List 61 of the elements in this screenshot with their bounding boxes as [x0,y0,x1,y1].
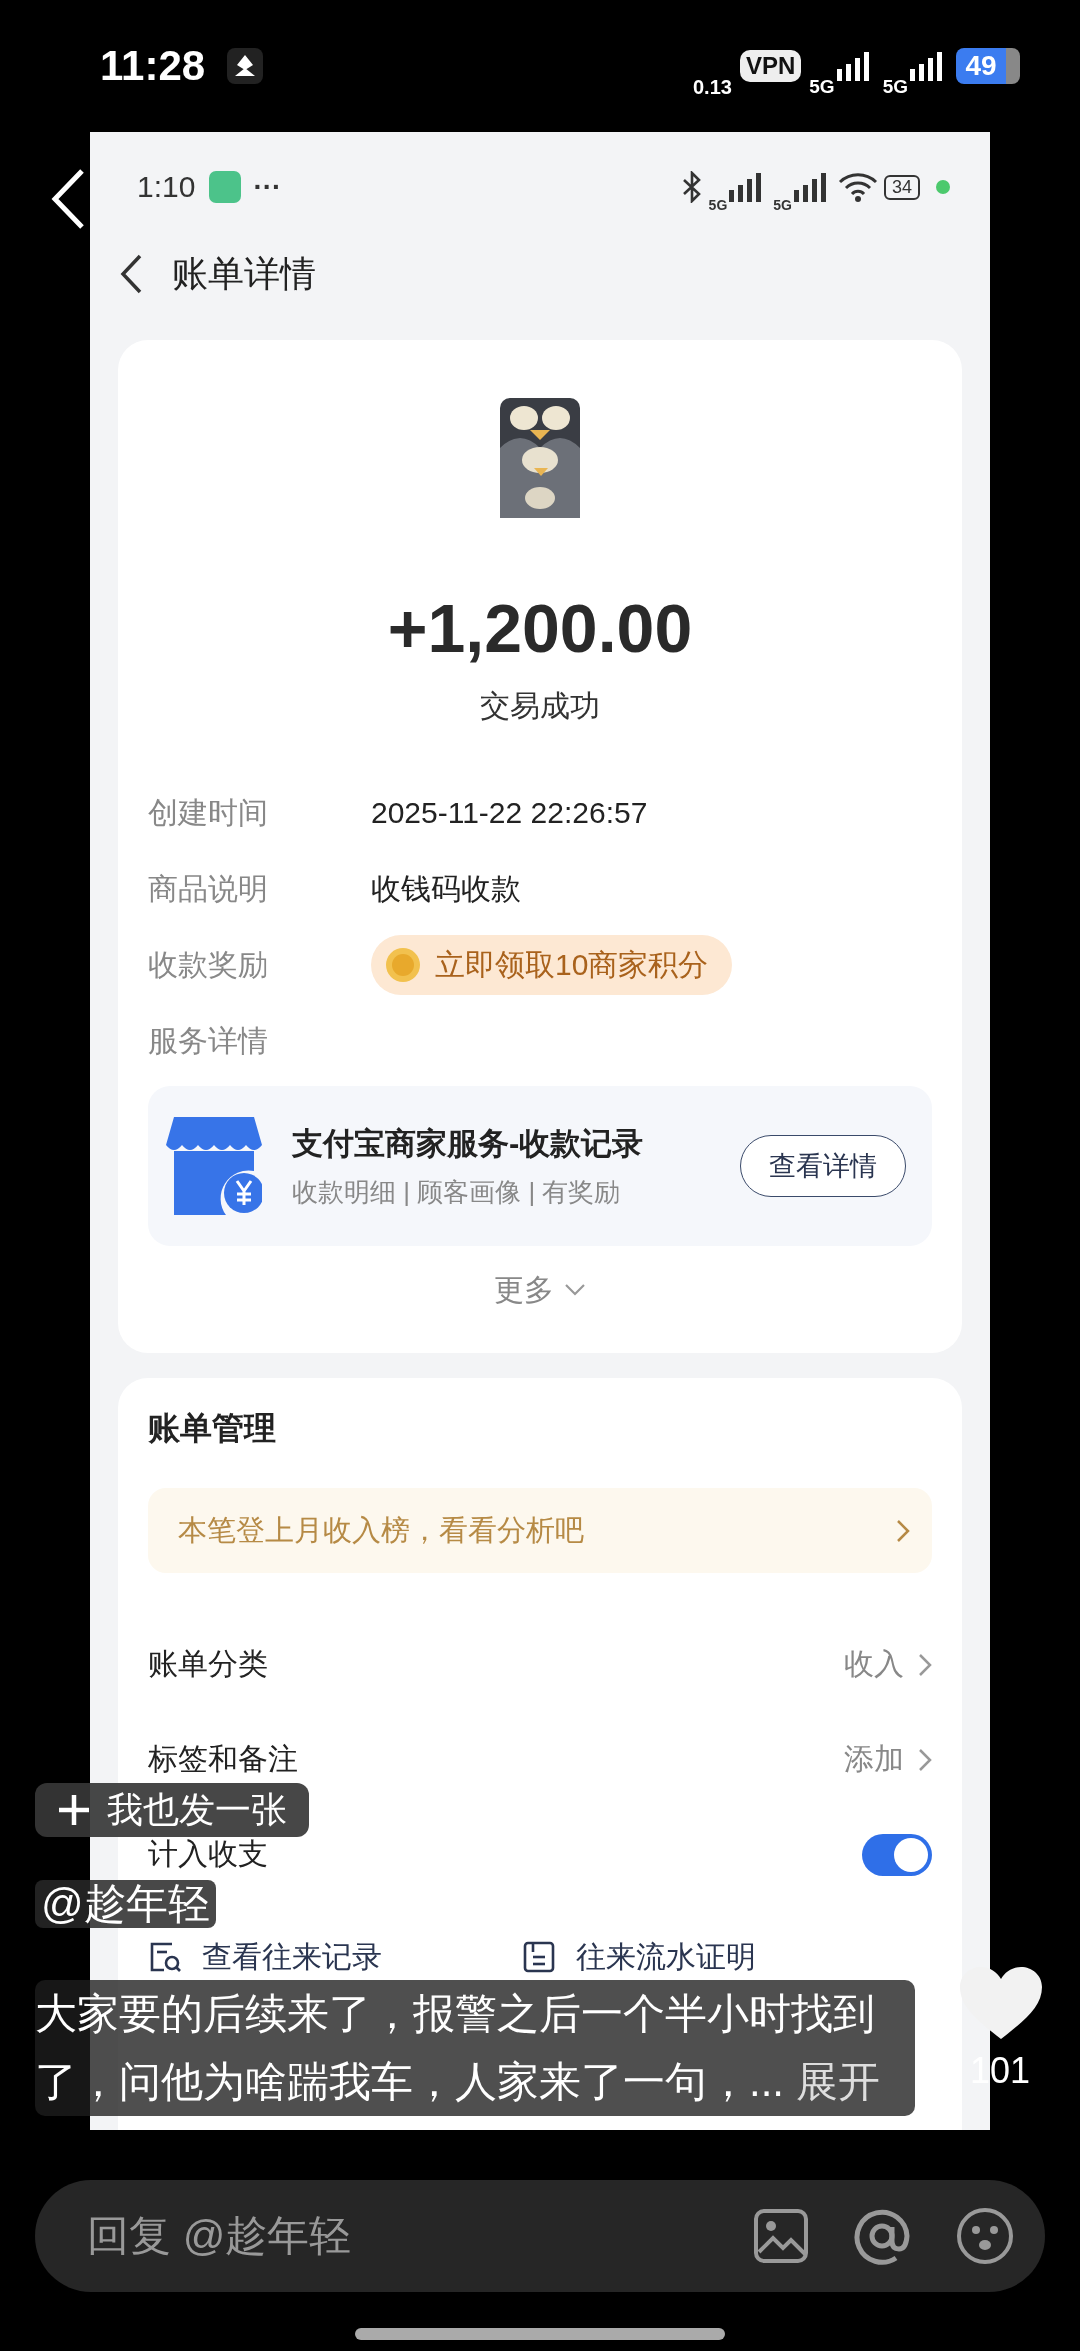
setting-value[interactable]: 添加 [844,1739,932,1780]
back-icon[interactable] [120,254,142,294]
setting-label: 标签和备注 [148,1741,298,1777]
service-card[interactable]: 支付宝商家服务-收款记录 收款明细 | 顾客画像 | 有奖励 查看详情 [148,1086,932,1246]
like-icon[interactable] [958,1965,1044,2041]
back-icon[interactable] [50,168,86,230]
banner-text: 本笔登上月收入榜，看看分析吧 [178,1512,584,1548]
network-type: 5G [708,197,728,213]
network-type: 5G [809,75,835,98]
battery-indicator: 34 [883,174,920,200]
network-type: 5G [882,75,908,98]
chevron-right-icon [896,1518,910,1543]
setting-value[interactable]: 收入 [844,1644,932,1685]
setting-label: 账单分类 [148,1646,268,1682]
coin-icon [385,947,421,983]
status-time: 1:10 [137,170,196,204]
detail-value: 收钱码收款 [371,870,521,907]
post-caption: 大家要的后续来了，报警之后一个半小时找到了，问他为啥踹我车，人家来了一句，... 展开 [35,1980,915,2116]
amount: +1,200.00 [387,589,693,668]
emoji-icon[interactable] [955,2206,1015,2266]
store-icon [166,1117,262,1215]
vpn-badge: VPN [739,50,802,82]
network-type: 5G [773,197,792,213]
image-icon[interactable] [753,2208,809,2264]
service-subtitle: 收款明细 | 顾客画像 | 有奖励 [292,1175,622,1209]
section-title: 账单管理 [148,1409,277,1448]
network-speed: 0.13 [693,75,732,99]
status-dot [936,180,950,194]
toggle-switch[interactable] [862,1833,932,1876]
app-notification-icon [227,48,264,84]
chevron-down-icon [564,1283,586,1297]
detail-label: 商品说明 [148,870,269,907]
action-link[interactable]: 往来流水证明 [522,1940,756,1974]
setting-label: 计入收支 [148,1836,268,1872]
battery-indicator: 49 [956,48,1020,84]
chevron-right-icon [918,1747,932,1772]
expand-link[interactable]: 展开 [795,2058,880,2105]
plus-icon [57,1793,91,1827]
reply-field[interactable]: 回复 @趁年轻 [85,2211,709,2261]
section-label: 服务详情 [148,1022,269,1059]
detail-label: 创建时间 [148,794,269,831]
document-icon [522,1940,556,1974]
document-search-icon [148,1940,182,1974]
detail-label: 收款奖励 [148,946,269,983]
reward-button[interactable]: 立即领取10商家积分 [371,935,733,995]
mention-icon[interactable] [853,2207,911,2265]
status-time: 11:28 [100,42,206,90]
comment-bar[interactable]: 回复 @趁年轻 [35,2180,1045,2292]
post-button[interactable]: 我也发一张 [35,1783,309,1837]
service-title: 支付宝商家服务-收款记录 [292,1124,645,1163]
wifi-icon [837,172,878,202]
app-notification-icon [209,171,242,203]
transaction-status: 交易成功 [480,688,600,724]
action-link[interactable]: 查看往来记录 [148,1940,382,1974]
more-button[interactable]: 更多 [488,1269,592,1311]
author-name[interactable]: @趁年轻 [35,1880,216,1928]
page-title: 账单详情 [172,251,316,296]
chevron-right-icon [918,1652,932,1677]
view-details-button[interactable]: 查看详情 [740,1135,906,1197]
detail-value: 2025-11-22 22:26:57 [371,796,648,830]
more-notifications: ··· [253,171,282,203]
